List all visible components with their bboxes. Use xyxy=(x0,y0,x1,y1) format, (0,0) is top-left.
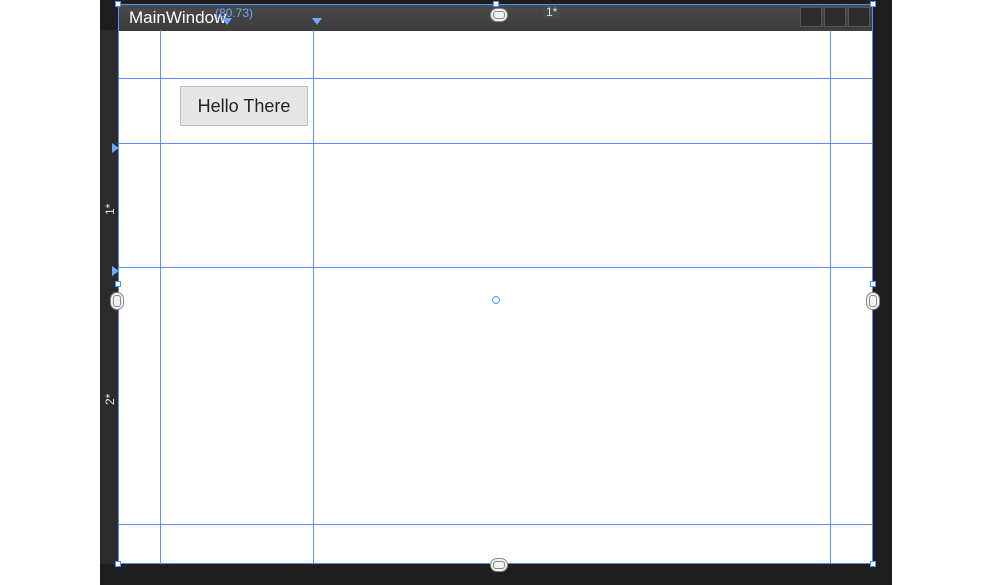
column-measure-label: (80.73) xyxy=(215,6,253,20)
column-size-label[interactable]: 1* xyxy=(543,5,560,19)
button-label: Hello There xyxy=(198,96,291,117)
lock-adorner-icon[interactable] xyxy=(110,292,124,310)
row-marker-icon[interactable] xyxy=(112,143,119,153)
column-marker-icon[interactable] xyxy=(312,18,322,25)
close-button[interactable] xyxy=(848,7,870,27)
row-size-label[interactable]: 1* xyxy=(103,204,117,215)
row-marker-icon[interactable] xyxy=(112,266,119,276)
maximize-button[interactable] xyxy=(824,7,846,27)
window-title: MainWindow xyxy=(129,8,226,28)
lock-adorner-icon[interactable] xyxy=(490,8,508,22)
column-marker-icon[interactable] xyxy=(222,18,232,25)
row-size-label[interactable]: 2* xyxy=(103,394,117,405)
minimize-button[interactable] xyxy=(800,7,822,27)
designer-stage: MainWindow Hello There xyxy=(0,0,1000,585)
window-chrome-buttons xyxy=(800,7,870,27)
lock-adorner-icon[interactable] xyxy=(866,292,880,310)
hello-button[interactable]: Hello There xyxy=(180,86,308,126)
lock-adorner-icon[interactable] xyxy=(490,558,508,572)
